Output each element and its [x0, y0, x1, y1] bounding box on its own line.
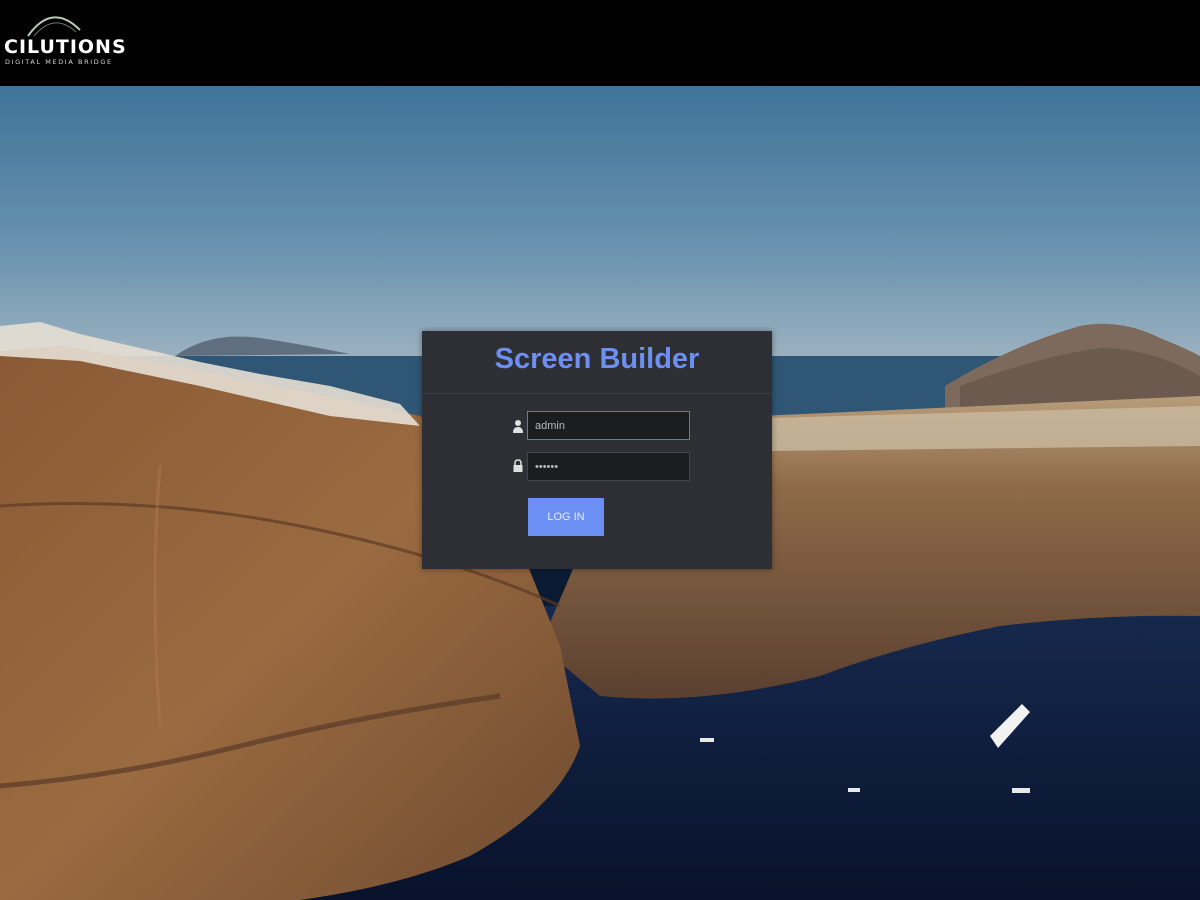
title-divider [422, 393, 772, 394]
arc-logo-icon [27, 16, 81, 37]
login-title: Screen Builder [494, 343, 700, 375]
password-input[interactable] [527, 452, 690, 481]
header-bar: CILUTIONS DIGITAL MEDIA BRIDGE [0, 0, 1200, 86]
logo-tagline: DIGITAL MEDIA BRIDGE [5, 58, 113, 66]
logo-name: CILUTIONS [4, 36, 127, 58]
brand-logo: CILUTIONS DIGITAL MEDIA BRIDGE [4, 8, 139, 70]
page: CILUTIONS DIGITAL MEDIA BRIDGE Screen Bu… [0, 0, 1200, 900]
lock-icon [513, 459, 523, 472]
login-panel: Screen Builder LOG IN [422, 331, 772, 569]
username-input[interactable] [527, 411, 690, 440]
user-icon [513, 420, 523, 433]
login-button[interactable]: LOG IN [528, 498, 604, 536]
